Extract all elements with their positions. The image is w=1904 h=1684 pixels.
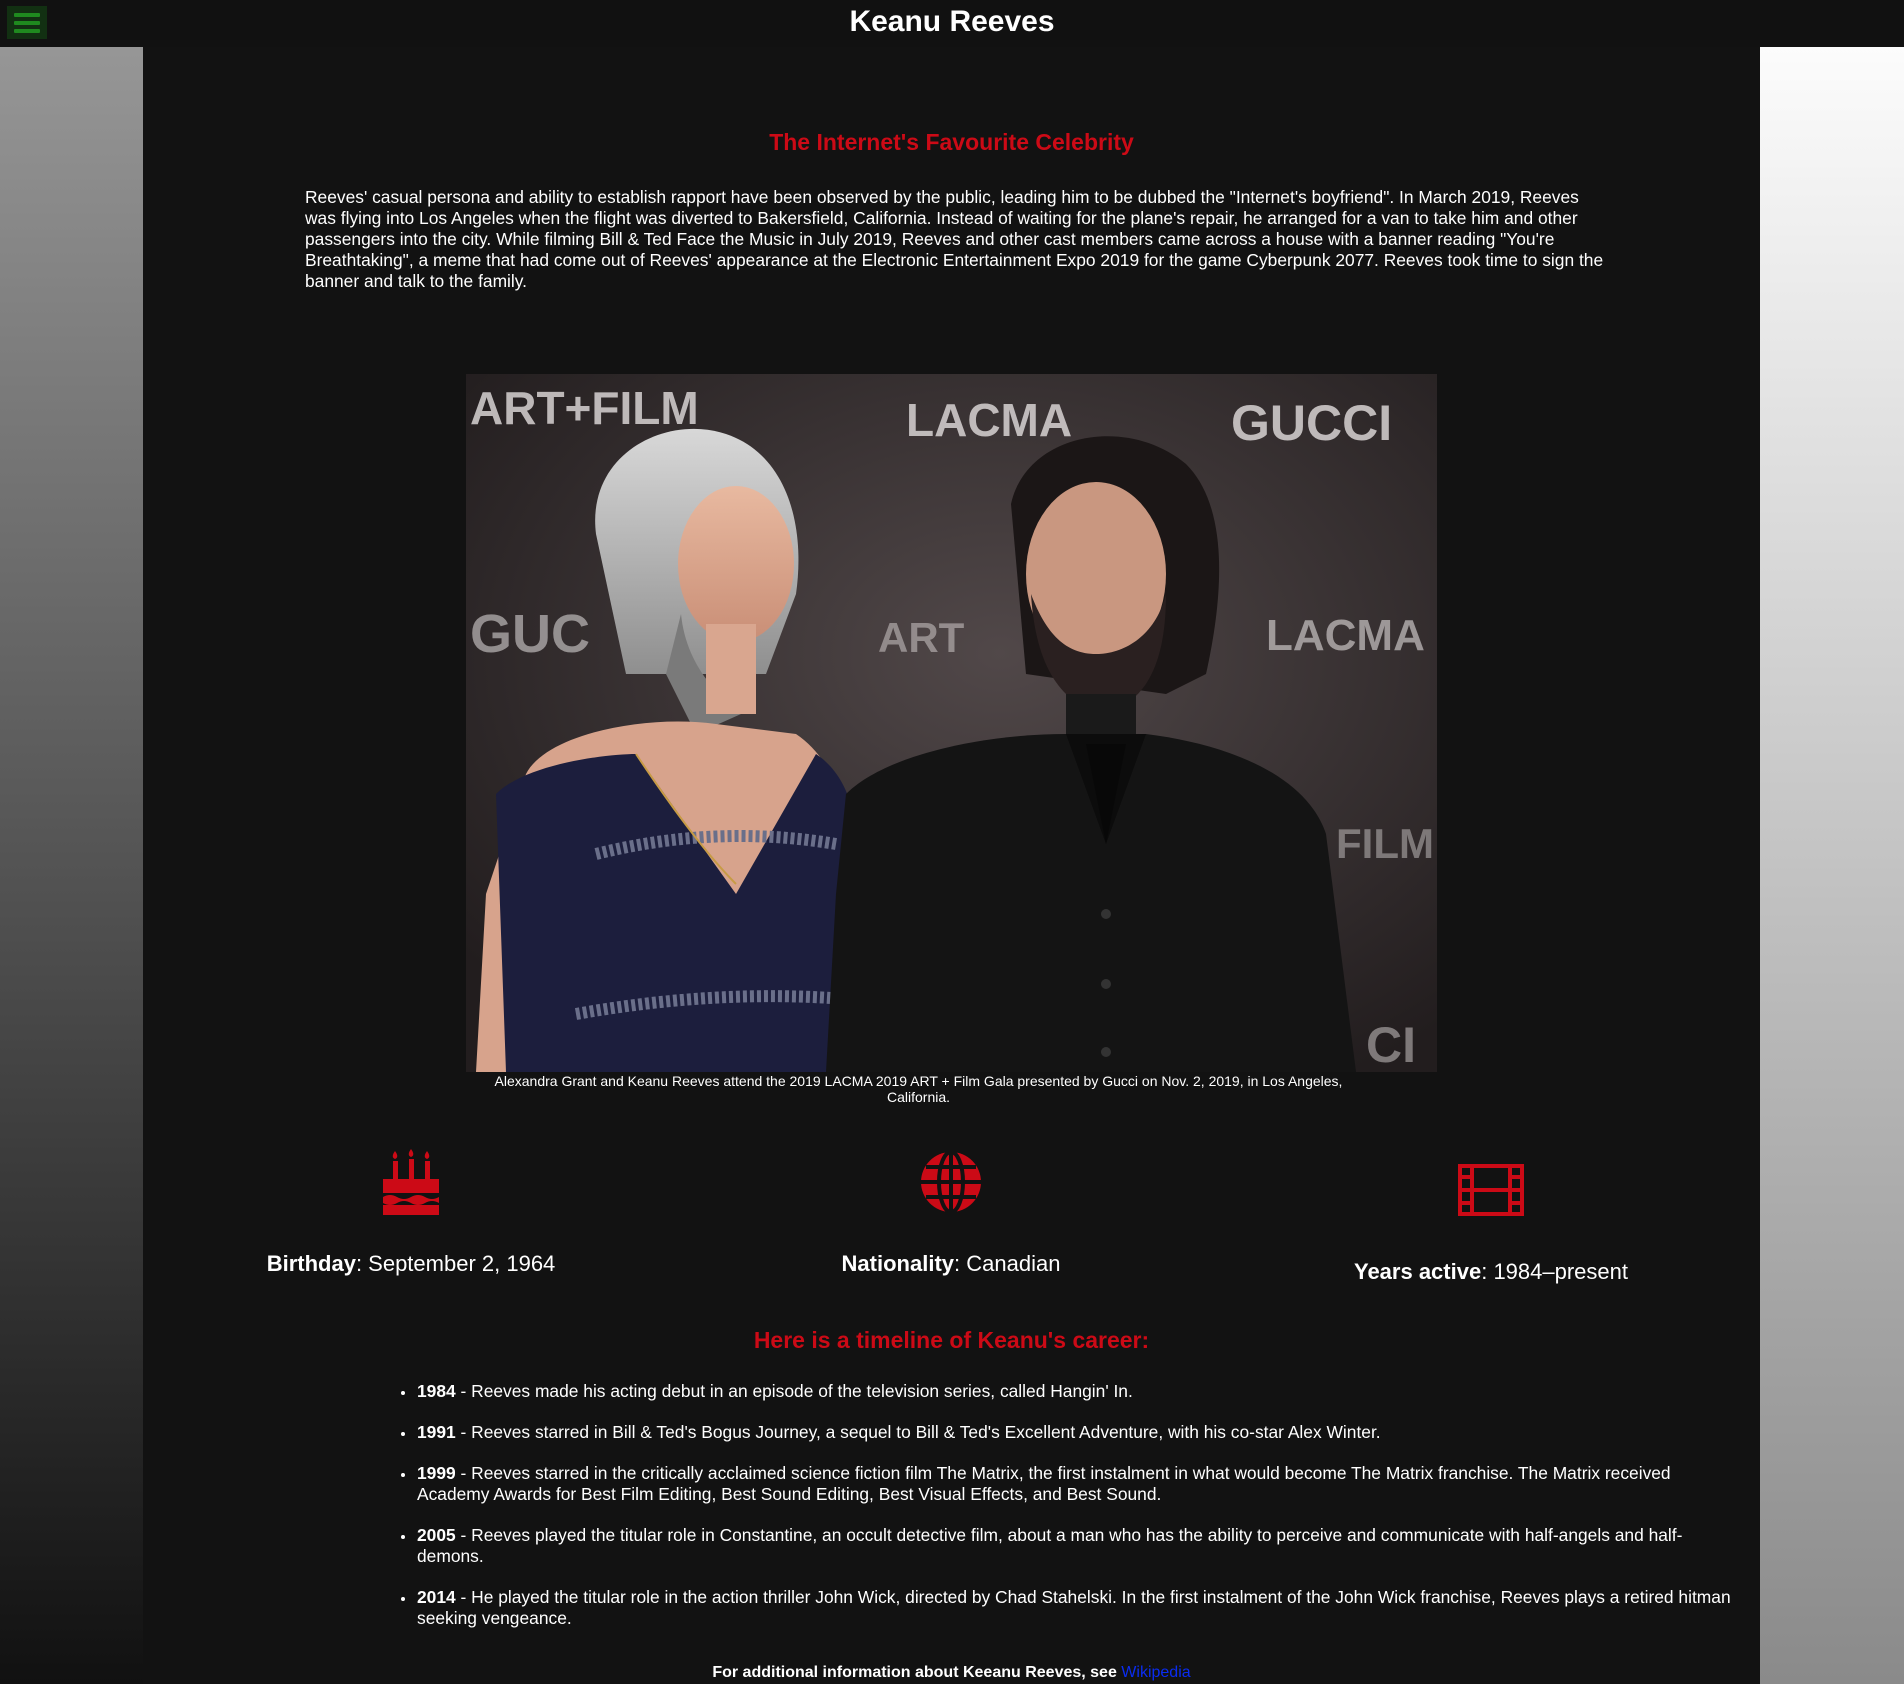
- timeline-heading: Here is a timeline of Keanu's career:: [753, 1327, 1150, 1353]
- fact-years-active: Years active: 1984–present: [1291, 1147, 1691, 1285]
- fact-birthday-text: Birthday: September 2, 1964: [211, 1251, 611, 1277]
- timeline-text: - Reeves played the titular role in Cons…: [417, 1525, 1683, 1566]
- fact-years-active-text: Years active: 1984–present: [1291, 1259, 1691, 1285]
- career-timeline: 1984 - Reeves made his acting debut in a…: [368, 1381, 1736, 1649]
- list-item: 1991 - Reeves starred in Bill & Ted's Bo…: [416, 1422, 1736, 1443]
- backdrop-word: FILM: [1336, 820, 1434, 867]
- timeline-year: 1984: [417, 1381, 456, 1401]
- film-icon: [1458, 1164, 1524, 1216]
- top-bar: Keanu Reeves: [0, 0, 1904, 47]
- fact-label: Nationality: [841, 1251, 955, 1276]
- site-title: Keanu Reeves: [849, 5, 1055, 38]
- timeline-year: 2014: [417, 1587, 456, 1607]
- timeline-text: - Reeves starred in Bill & Ted's Bogus J…: [455, 1422, 1381, 1442]
- timeline-year: 2005: [417, 1525, 456, 1545]
- fact-birthday: Birthday: September 2, 1964: [211, 1147, 611, 1277]
- page-background-right: [1760, 0, 1904, 1684]
- list-item: 2005 - Reeves played the titular role in…: [416, 1525, 1736, 1567]
- photo-illustration: ART+FILM LACMA GUCCI GUC ART LACMA FILM …: [466, 374, 1437, 1072]
- footer-note: For additional information about Keeanu …: [143, 1664, 1760, 1682]
- list-item: 1984 - Reeves made his acting debut in a…: [416, 1381, 1736, 1402]
- backdrop-word: ART+FILM: [470, 382, 699, 434]
- fact-label: Years active: [1353, 1259, 1482, 1284]
- intro-paragraph: Reeves' casual persona and ability to es…: [305, 187, 1604, 291]
- intro-heading: The Internet's Favourite Celebrity: [769, 129, 1134, 155]
- timeline-text: - He played the titular role in the acti…: [417, 1587, 1731, 1628]
- timeline-year: 1999: [417, 1463, 456, 1483]
- photo-caption: Alexandra Grant and Keanu Reeves attend …: [494, 1073, 1343, 1105]
- fact-nationality: Nationality: Canadian: [751, 1147, 1151, 1277]
- timeline-year: 1991: [417, 1422, 456, 1442]
- backdrop-word: GUC: [470, 604, 590, 664]
- fact-nationality-text: Nationality: Canadian: [751, 1251, 1151, 1277]
- backdrop-word: CI: [1366, 1017, 1416, 1072]
- timeline-text: - Reeves starred in the critically accla…: [417, 1463, 1671, 1504]
- backdrop-word: ART: [878, 614, 965, 661]
- globe-icon: [921, 1150, 981, 1214]
- main-content: The Internet's Favourite Celebrity Reeve…: [143, 47, 1760, 1684]
- backdrop-word: LACMA: [906, 394, 1072, 446]
- fact-label: Birthday: [266, 1251, 356, 1276]
- timeline-text: - Reeves made his acting debut in an epi…: [455, 1381, 1133, 1401]
- footer-text: For additional information about Keeanu …: [712, 1664, 1122, 1681]
- fact-value: : September 2, 1964: [355, 1251, 556, 1276]
- list-item: 2014 - He played the titular role in the…: [416, 1587, 1736, 1629]
- fact-value: : Canadian: [954, 1251, 1061, 1276]
- list-item: 1999 - Reeves starred in the critically …: [416, 1463, 1736, 1505]
- birthday-cake-icon: [383, 1149, 439, 1215]
- backdrop-word: LACMA: [1266, 611, 1425, 660]
- celebrity-photo: ART+FILM LACMA GUCCI GUC ART LACMA FILM …: [466, 374, 1437, 1072]
- backdrop-word: GUCCI: [1231, 395, 1392, 451]
- wikipedia-link[interactable]: Wikipedia: [1121, 1664, 1190, 1681]
- fact-value: : 1984–present: [1481, 1259, 1628, 1284]
